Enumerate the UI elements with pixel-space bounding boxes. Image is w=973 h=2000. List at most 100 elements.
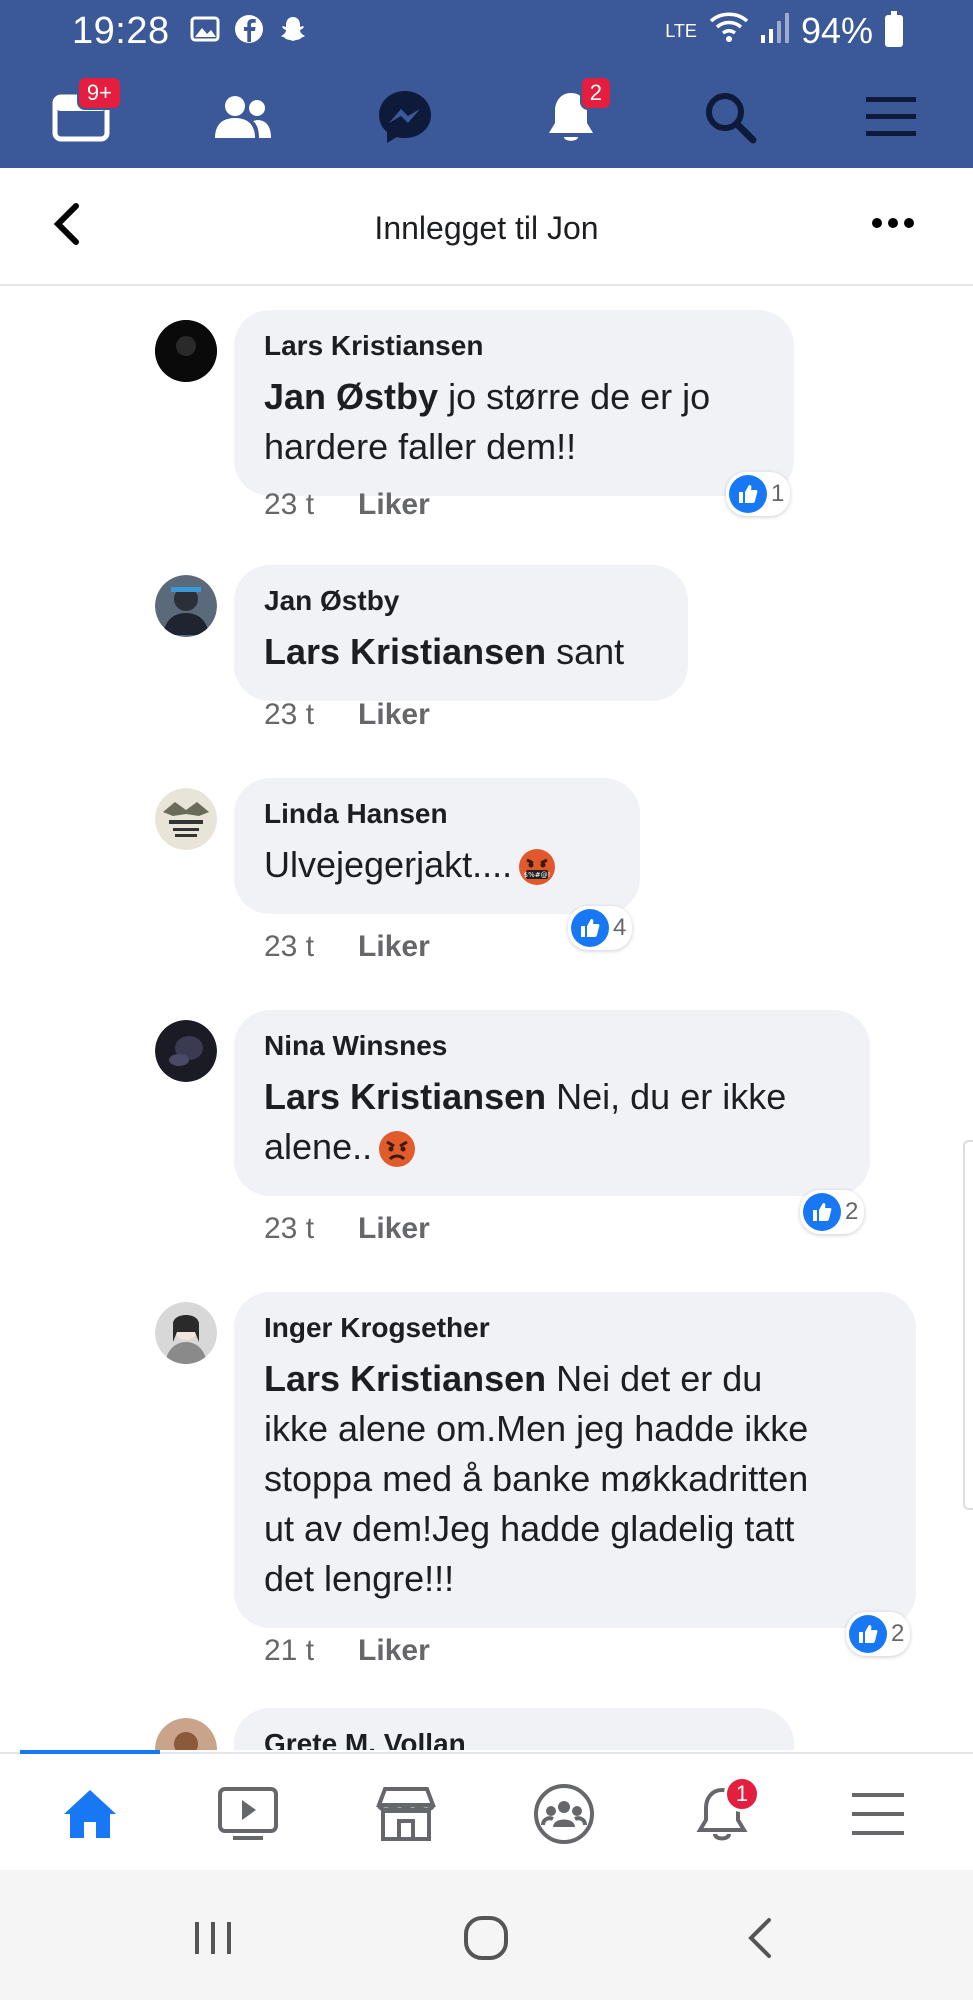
comment-time: 23 t <box>264 1212 315 1245</box>
like-button[interactable]: Liker <box>358 1212 430 1246</box>
nav-friends-button[interactable] <box>208 82 278 152</box>
feed-badge: 9+ <box>76 76 122 110</box>
reaction-count[interactable]: 1 <box>726 472 791 516</box>
nav-notifications-button[interactable]: 2 <box>536 76 612 152</box>
comment-bubble[interactable]: Jan Østby Lars Kristiansen sant <box>234 565 688 701</box>
comment-meta: 23 t Liker <box>264 1212 430 1246</box>
tab-groups[interactable] <box>524 1774 604 1854</box>
status-time: 19:28 <box>72 10 170 52</box>
signal-icon <box>760 10 789 52</box>
comment-text: Lars Kristiansen Nei, du er ikke alene.. <box>264 1072 840 1172</box>
comment-meta: 21 t Liker <box>264 1634 430 1668</box>
wifi-icon <box>709 10 749 52</box>
reaction-number: 1 <box>771 480 785 507</box>
snapchat-icon <box>278 14 308 44</box>
gallery-icon <box>190 14 220 44</box>
like-button[interactable]: Liker <box>358 930 430 964</box>
tab-marketplace[interactable] <box>366 1774 446 1854</box>
comment-bubble[interactable]: Nina Winsnes Lars Kristiansen Nei, du er… <box>234 1010 870 1196</box>
volte-label: LTE <box>665 21 697 41</box>
nav-messenger-button[interactable] <box>370 82 440 152</box>
scrollbar[interactable] <box>963 1140 973 1510</box>
back-system-button[interactable] <box>730 1908 790 1968</box>
tab-watch[interactable] <box>208 1774 288 1854</box>
comment-author[interactable]: Jan Østby <box>264 585 658 617</box>
mention-link[interactable]: Jan Østby <box>264 376 438 417</box>
nav-menu-button[interactable] <box>856 82 926 152</box>
tab-menu[interactable] <box>838 1774 918 1854</box>
comment-text-line: Ulvejegerjakt.... <box>264 844 513 885</box>
post-header: Innlegget til Jon <box>0 168 973 286</box>
facebook-nav: 9+ 2 <box>0 70 973 162</box>
hamburger-icon <box>852 1793 904 1835</box>
comment-meta: 23 t Liker <box>264 698 430 732</box>
comment-time: 21 t <box>264 1634 315 1667</box>
tab-home[interactable] <box>50 1774 130 1854</box>
video-icon <box>218 1787 278 1840</box>
status-notification-icons <box>190 14 308 44</box>
avatar[interactable] <box>155 575 217 637</box>
comment-author[interactable]: Linda Hansen <box>264 798 610 830</box>
comment-author[interactable]: Inger Krogsether <box>264 1312 886 1344</box>
reaction-number: 2 <box>845 1198 859 1225</box>
mention-link[interactable]: Lars Kristiansen <box>264 631 546 672</box>
friends-icon <box>215 96 271 138</box>
facebook-icon <box>234 14 264 44</box>
comment-text: Jan Østby jo større de er jo hardere fall… <box>264 372 764 472</box>
thumbs-up-icon <box>729 475 767 513</box>
comment-bubble[interactable]: Lars Kristiansen Jan Østby jo større de … <box>234 310 794 496</box>
thumbs-up-icon <box>803 1193 841 1231</box>
comment-author[interactable]: Grete M. Vollan <box>264 1728 764 1750</box>
mention-link[interactable]: Lars Kristiansen <box>264 1358 546 1399</box>
battery-icon <box>885 11 903 47</box>
home-system-button[interactable] <box>456 1908 516 1968</box>
avatar[interactable] <box>155 788 217 850</box>
status-right-group: LTE 94% <box>665 10 903 52</box>
like-button[interactable]: Liker <box>358 488 430 522</box>
hamburger-icon <box>866 97 916 136</box>
comment-bubble[interactable]: Linda Hansen Ulvejegerjakt.... $%#@! <box>234 778 640 914</box>
active-tab-indicator <box>20 1750 160 1754</box>
comment-bubble[interactable]: Inger Krogsether Lars Kristiansen Nei de… <box>234 1292 916 1628</box>
comment-time: 23 t <box>264 698 315 731</box>
recent-apps-icon <box>195 1922 231 1954</box>
reaction-number: 4 <box>613 914 627 941</box>
comment-meta: 23 t Liker <box>264 488 430 522</box>
thumbs-up-icon <box>849 1615 887 1653</box>
reaction-count[interactable]: 2 <box>800 1190 865 1234</box>
comment-meta: 23 t Liker <box>264 930 430 964</box>
avatar[interactable] <box>155 1718 217 1750</box>
messenger-icon <box>379 91 431 143</box>
groups-icon <box>534 1784 594 1844</box>
svg-text:$%#@!: $%#@! <box>524 871 551 879</box>
tab-notifications[interactable]: 1 <box>682 1774 762 1854</box>
nav-feed-button[interactable]: 9+ <box>46 76 122 152</box>
mention-link[interactable]: Lars Kristiansen <box>264 1076 546 1117</box>
reaction-number: 2 <box>891 1620 905 1647</box>
like-button[interactable]: Liker <box>358 698 430 732</box>
comment-text-line: hardere faller dem!! <box>264 426 577 467</box>
comment-thread: Lars Kristiansen Jan Østby jo større de … <box>0 290 973 1750</box>
comment-bubble[interactable]: Grete M. Vollan <box>234 1708 794 1750</box>
comment-author[interactable]: Nina Winsnes <box>264 1030 840 1062</box>
avatar[interactable] <box>155 320 217 382</box>
comment-text-line: alene.. <box>264 1126 373 1167</box>
like-button[interactable]: Liker <box>358 1634 430 1668</box>
back-arrow-icon <box>748 1918 771 1958</box>
cursing-face-emoji-icon: $%#@! <box>519 849 556 886</box>
reaction-count[interactable]: 4 <box>568 906 633 950</box>
more-options-button[interactable] <box>871 194 915 239</box>
avatar[interactable] <box>155 1302 217 1364</box>
comment-text-line: stoppa med å banke møkkadritten <box>264 1458 809 1499</box>
reaction-count[interactable]: 2 <box>846 1612 911 1656</box>
home-icon <box>64 1790 116 1838</box>
recent-apps-button[interactable] <box>183 1908 243 1968</box>
comment-author[interactable]: Lars Kristiansen <box>264 330 764 362</box>
avatar[interactable] <box>155 1020 217 1082</box>
page-title: Innlegget til Jon <box>374 210 599 246</box>
comment-text-line: Nei, du er ikke <box>546 1076 787 1117</box>
nav-search-button[interactable] <box>695 82 765 152</box>
bottom-tab-bar: 1 <box>0 1750 973 1870</box>
marketplace-icon <box>376 1787 436 1841</box>
comment-time: 23 t <box>264 930 315 963</box>
